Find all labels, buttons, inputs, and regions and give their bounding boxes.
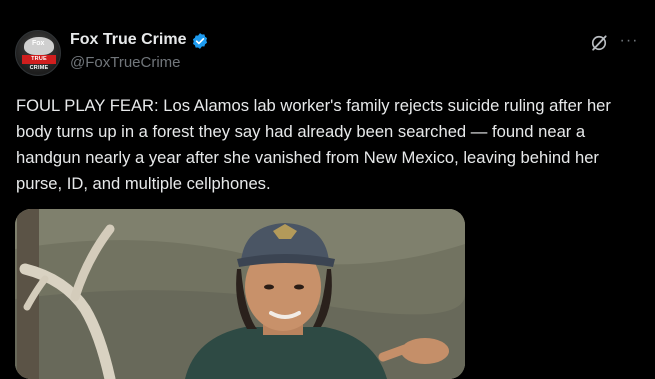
handle[interactable]: @FoxTrueCrime [70, 54, 181, 71]
photo-illustration [15, 209, 465, 379]
display-name[interactable]: Fox True Crime [70, 31, 186, 49]
tweet-photo[interactable] [15, 209, 465, 379]
verified-badge-icon [192, 33, 208, 49]
avatar-badge: TRUE CRIME [22, 55, 56, 71]
avatar-brand-text: Fox [32, 40, 45, 47]
more-options-icon[interactable]: ··· [618, 31, 640, 51]
grok-icon[interactable] [589, 33, 609, 53]
tweet-text: FOUL PLAY FEAR: Los Alamos lab worker's … [16, 96, 611, 193]
tweet[interactable]: Fox TRUE CRIME Fox True Crime @FoxTrueCr… [0, 0, 655, 379]
avatar[interactable]: Fox TRUE CRIME [15, 30, 61, 76]
